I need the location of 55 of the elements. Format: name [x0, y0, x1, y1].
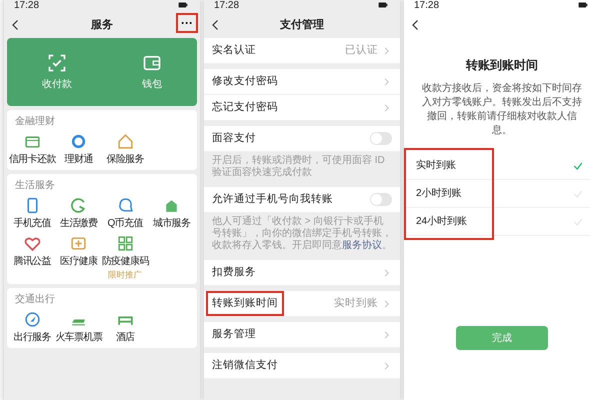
section-title: 交通出行	[14, 292, 56, 307]
option-row[interactable]: 24小时到账	[404, 208, 590, 236]
service-label[interactable]: 城市服务	[152, 216, 191, 231]
option-row[interactable]: 实时到账	[404, 152, 590, 180]
compass-icon[interactable]	[24, 311, 41, 328]
battery-icon	[176, 0, 190, 10]
qr-grid-icon[interactable]	[116, 235, 134, 252]
section-title: 金融理财	[14, 114, 56, 129]
settings-row[interactable]: 服务管理	[204, 322, 400, 348]
service-label[interactable]: 保险服务	[106, 152, 144, 167]
heart-icon[interactable]	[24, 235, 41, 252]
settings-row[interactable]: 忘记支付密码	[204, 95, 400, 121]
option-row[interactable]: 2小时到账	[404, 180, 590, 208]
toggle-switch[interactable]	[370, 132, 392, 145]
settings-row[interactable]: 实名认证 已认证	[204, 38, 400, 64]
service-label[interactable]: 手机充值	[13, 216, 52, 231]
description-text: 收款方接收后，资金将按如下时间存入对方零钱账户。转账发出后不支持撤回，转账前请仔细核对收款人信息。	[421, 82, 583, 138]
service-label[interactable]: 酒店	[116, 330, 135, 345]
toggle-note: 他人可通过「收付款 > 向银行卡或手机号转账」，向你的微信绑定手机号转账，收款将存入零钱。开启即同意服务协议。	[204, 213, 400, 255]
service-label[interactable]: 防疫健康码	[102, 254, 149, 269]
battery-icon	[576, 0, 590, 10]
row-value: 实时到账	[334, 296, 378, 311]
ring-icon[interactable]	[70, 133, 88, 150]
status-time: 17:28	[214, 0, 240, 12]
section-title: 生活服务	[14, 178, 56, 193]
status-time: 17:28	[14, 0, 40, 12]
battery-icon	[376, 0, 390, 10]
service-label[interactable]: 腾讯公益	[13, 254, 52, 269]
settings-row[interactable]: 转账到账时间 实时到账	[204, 291, 400, 317]
toggle-label: 允许通过手机号向我转账	[212, 192, 333, 207]
settings-row[interactable]: 注销微信支付	[204, 353, 400, 379]
settings-row[interactable]: 修改支付密码	[204, 69, 400, 95]
service-label[interactable]: 医疗健康	[60, 254, 98, 269]
toggle-label: 面容支付	[212, 130, 256, 146]
settings-row[interactable]: 扣费服务	[204, 260, 400, 286]
service-label[interactable]: 火车票机票	[55, 330, 102, 345]
service-label[interactable]: 信用卡还款	[8, 152, 56, 167]
more-button[interactable]: ···	[178, 15, 196, 31]
arc-icon[interactable]	[70, 197, 88, 214]
house-icon[interactable]	[116, 133, 134, 150]
page-title: 支付管理	[280, 18, 324, 33]
promo-tag: 限时推广	[108, 272, 142, 280]
toggle-note: 开启后，转账或消费时，可使用面容 ID 验证面容快速完成付款	[204, 152, 400, 182]
page-title: 服务	[91, 18, 113, 33]
status-time: 17:28	[414, 0, 440, 12]
toggle-switch[interactable]	[370, 193, 392, 206]
bubble-icon[interactable]	[116, 197, 134, 214]
plus-box-icon[interactable]	[70, 235, 88, 252]
service-label[interactable]: Q币充值	[108, 216, 143, 231]
row-value: 已认证	[345, 42, 378, 58]
page-title: 转账到账时间	[464, 57, 539, 74]
service-label[interactable]: 出行服务	[13, 330, 52, 345]
scan-check-icon	[47, 52, 67, 72]
service-label[interactable]: 理财通	[64, 152, 93, 167]
service-label[interactable]: 生活缴费	[60, 216, 98, 231]
